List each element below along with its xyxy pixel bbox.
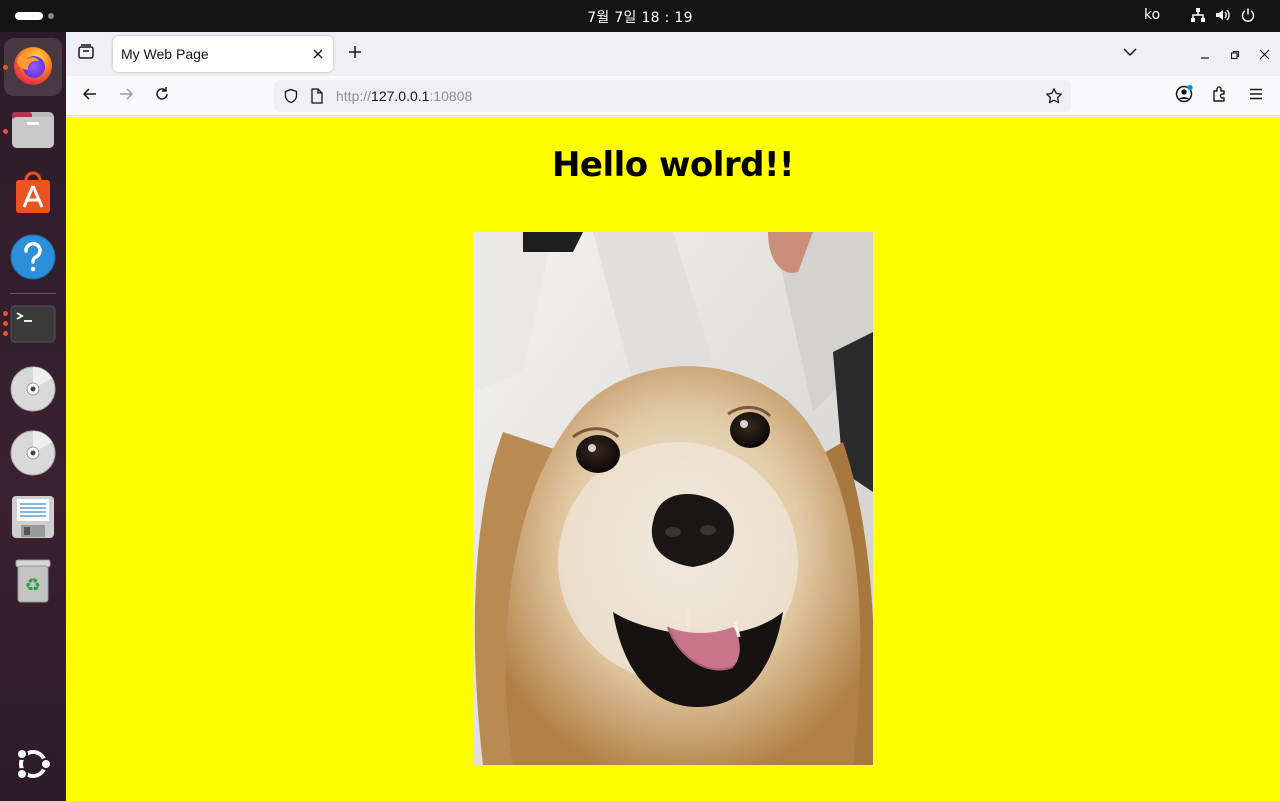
web-page-content: Hello wolrd!!: [66, 117, 1280, 801]
page-heading: Hello wolrd!!: [551, 145, 795, 185]
running-indicator: [3, 129, 8, 134]
restore-icon: [1230, 45, 1240, 64]
running-indicator: [3, 321, 8, 326]
disc-icon: [10, 366, 56, 416]
page-icon[interactable]: [310, 88, 324, 108]
dock-terminal[interactable]: [4, 297, 62, 355]
volume-icon: [1214, 7, 1232, 23]
dock-firefox[interactable]: [4, 38, 62, 96]
floppy-icon: [11, 495, 55, 543]
firefox-view-button[interactable]: [71, 39, 101, 69]
dock-floppy[interactable]: [4, 490, 62, 548]
extensions-button[interactable]: [1205, 81, 1235, 111]
dock-disc-2[interactable]: [4, 426, 62, 484]
bookmark-star-icon[interactable]: [1045, 87, 1063, 109]
files-icon: [10, 108, 56, 154]
dog-photo: [473, 232, 873, 765]
navigation-toolbar: http://127.0.0.1:10808: [66, 76, 1280, 116]
network-icon: [1190, 7, 1206, 23]
firefox-icon: [11, 43, 55, 91]
new-tab-button[interactable]: [340, 39, 370, 69]
terminal-icon: [10, 305, 56, 347]
browser-window: My Web Page http://127.0.0.1:10808 Hello…: [66, 32, 1280, 801]
power-icon: [1240, 7, 1256, 23]
tab-strip: My Web Page: [66, 32, 1280, 76]
hamburger-menu-icon: [1248, 86, 1264, 106]
url-text[interactable]: http://127.0.0.1:10808: [336, 88, 472, 104]
ubuntu-logo-icon: [13, 744, 53, 788]
tab-my-web-page[interactable]: My Web Page: [113, 36, 333, 72]
chevron-down-icon: [1122, 44, 1138, 64]
url-host: 127.0.0.1: [371, 88, 430, 104]
plus-icon: [347, 44, 363, 64]
trash-icon: ♻: [13, 558, 53, 608]
firefox-view-icon: [77, 43, 95, 65]
arrow-left-icon: [82, 86, 98, 106]
dock: ♻: [0, 32, 66, 801]
input-language-indicator[interactable]: ko: [1144, 7, 1160, 23]
close-window-button[interactable]: [1249, 39, 1279, 69]
reload-button[interactable]: [147, 81, 177, 111]
url-bar[interactable]: http://127.0.0.1:10808: [274, 80, 1071, 112]
arrow-right-icon: [118, 86, 134, 106]
account-icon: [1174, 84, 1194, 108]
url-scheme: http://: [336, 88, 372, 104]
url-port: :10808: [429, 88, 473, 104]
close-icon: [1259, 45, 1270, 64]
shield-icon[interactable]: [283, 88, 299, 108]
svg-text:♻: ♻: [25, 575, 41, 596]
dock-disc-1[interactable]: [4, 362, 62, 420]
disc-icon: [10, 430, 56, 480]
running-indicator: [3, 331, 8, 336]
account-button[interactable]: [1169, 81, 1199, 111]
top-bar: 7월 7일 18 : 19 ko: [0, 0, 1280, 32]
dock-separator: [10, 293, 56, 294]
puzzle-icon: [1211, 85, 1229, 107]
clock[interactable]: 7월 7일 18 : 19: [0, 7, 1280, 27]
dock-trash[interactable]: ♻: [4, 554, 62, 612]
dock-app-center[interactable]: [4, 166, 62, 224]
menu-button[interactable]: [1241, 81, 1271, 111]
tab-title: My Web Page: [121, 46, 209, 62]
tab-close-button[interactable]: [309, 45, 327, 63]
system-tray[interactable]: [1190, 7, 1256, 23]
dock-files[interactable]: [4, 102, 62, 160]
help-icon: [10, 234, 56, 284]
dock-show-apps[interactable]: [4, 737, 62, 795]
dock-help[interactable]: [4, 230, 62, 288]
maximize-button[interactable]: [1220, 39, 1250, 69]
minimize-button[interactable]: [1190, 39, 1220, 69]
forward-button[interactable]: [111, 81, 141, 111]
running-indicator: [3, 65, 8, 70]
app-center-icon: [13, 171, 53, 219]
reload-icon: [154, 86, 170, 106]
running-indicator: [3, 311, 8, 316]
close-icon: [312, 45, 324, 64]
list-all-tabs-button[interactable]: [1115, 39, 1145, 69]
back-button[interactable]: [75, 81, 105, 111]
minimize-icon: [1200, 45, 1210, 64]
